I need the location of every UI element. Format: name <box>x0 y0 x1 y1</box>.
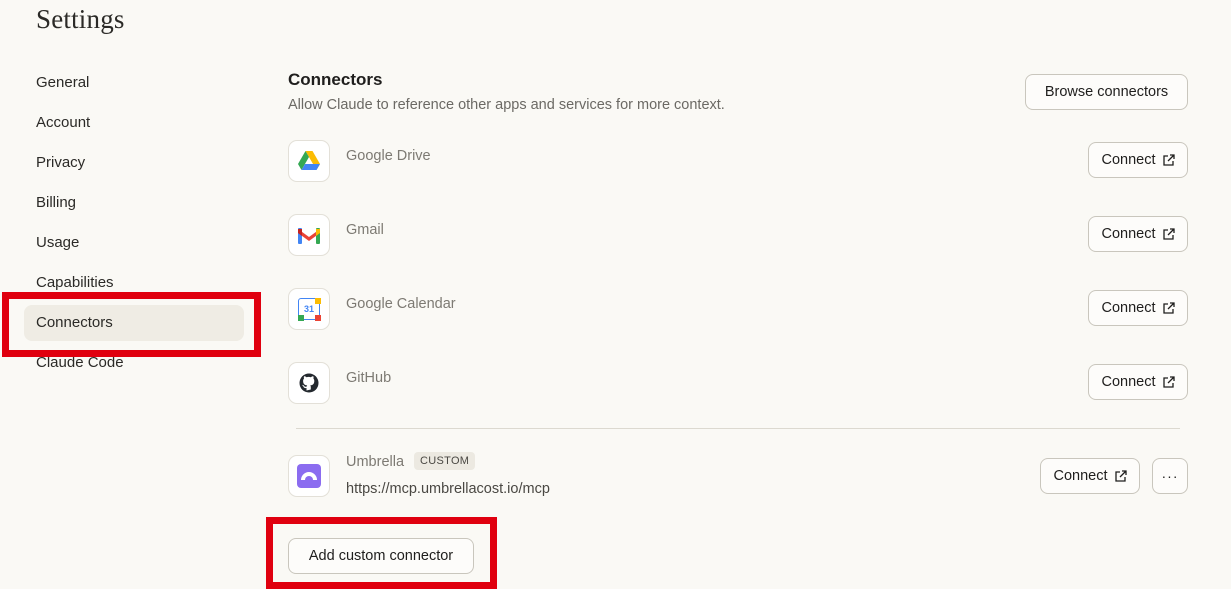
external-link-icon <box>1162 153 1175 166</box>
connect-label: Connect <box>1101 300 1156 316</box>
connector-name: GitHub <box>346 370 392 386</box>
connector-row-google-drive: Google Drive Connect <box>288 140 1188 184</box>
custom-badge: CUSTOM <box>414 452 476 470</box>
section-title: Connectors <box>288 70 383 89</box>
connector-row-gmail: Gmail Connect <box>288 214 1188 258</box>
sidebar-item-usage[interactable]: Usage <box>24 225 244 261</box>
sidebar-item-connectors[interactable]: Connectors <box>24 305 244 341</box>
connector-name: Gmail <box>346 222 384 238</box>
external-link-icon <box>1162 301 1175 314</box>
section-divider <box>296 428 1180 429</box>
sidebar-item-privacy[interactable]: Privacy <box>24 145 244 181</box>
connect-gmail-button[interactable]: Connect <box>1088 216 1188 252</box>
browse-connectors-button[interactable]: Browse connectors <box>1025 74 1188 110</box>
calendar-icon-text: 31 <box>303 304 314 314</box>
sidebar-item-claude-code[interactable]: Claude Code <box>24 345 244 381</box>
add-custom-connector-button[interactable]: Add custom connector <box>288 538 474 574</box>
sidebar-item-account[interactable]: Account <box>24 105 244 141</box>
google-drive-icon <box>288 140 330 182</box>
github-icon <box>288 362 330 404</box>
connect-label: Connect <box>1053 468 1108 484</box>
external-link-icon <box>1162 375 1175 388</box>
gmail-icon <box>288 214 330 256</box>
umbrella-icon <box>288 455 330 497</box>
connector-name-umbrella: Umbrella <box>346 454 405 470</box>
connector-name: Google Calendar <box>346 296 456 312</box>
connect-github-button[interactable]: Connect <box>1088 364 1188 400</box>
sidebar-item-capabilities[interactable]: Capabilities <box>24 265 244 301</box>
connect-label: Connect <box>1101 226 1156 242</box>
sidebar-item-billing[interactable]: Billing <box>24 185 244 221</box>
page-title: Settings <box>36 4 125 34</box>
external-link-icon <box>1114 469 1127 482</box>
connect-label: Connect <box>1101 152 1156 168</box>
connector-row-google-calendar: 31 Google Calendar Connect <box>288 288 1188 332</box>
connector-name: Google Drive <box>346 148 431 164</box>
connector-row-github: GitHub Connect <box>288 362 1188 406</box>
connect-label: Connect <box>1101 374 1156 390</box>
more-options-button[interactable]: ··· <box>1152 458 1188 494</box>
sidebar-item-general[interactable]: General <box>24 65 244 101</box>
connect-google-drive-button[interactable]: Connect <box>1088 142 1188 178</box>
settings-sidebar: General Account Privacy Billing Usage Ca… <box>24 65 244 385</box>
section-description: Allow Claude to reference other apps and… <box>288 97 725 113</box>
connect-google-calendar-button[interactable]: Connect <box>1088 290 1188 326</box>
connector-url: https://mcp.umbrellacost.io/mcp <box>346 481 550 497</box>
external-link-icon <box>1162 227 1175 240</box>
connect-umbrella-button[interactable]: Connect <box>1040 458 1140 494</box>
google-calendar-icon: 31 <box>288 288 330 330</box>
